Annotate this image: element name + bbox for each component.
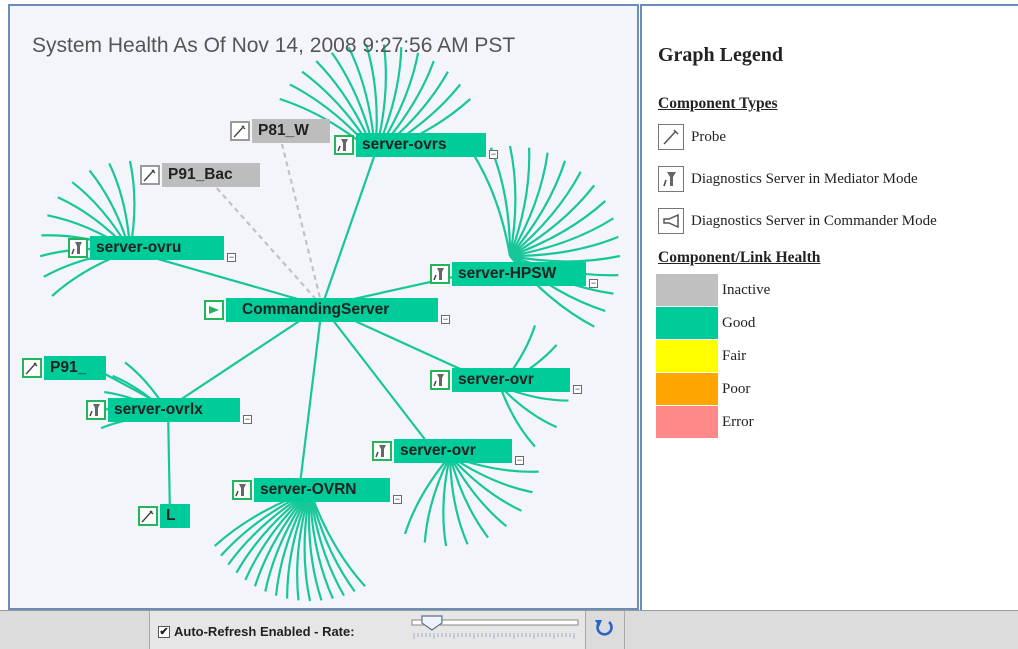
- probe-icon: [138, 506, 158, 526]
- component-types-heading: Component Types: [658, 95, 778, 112]
- legend-type-label: Probe: [691, 128, 726, 145]
- collapse-toggle[interactable]: −: [227, 253, 236, 262]
- refresh-icon: [595, 620, 613, 636]
- commander-server-icon: [204, 300, 224, 320]
- graph-panel[interactable]: System Health As Of Nov 14, 2008 9:27:56…: [8, 4, 639, 610]
- node-p91[interactable]: P91_: [22, 356, 108, 380]
- node-commanding-server[interactable]: CommandingServer −: [204, 298, 450, 324]
- health-label-poor: Poor: [722, 381, 751, 397]
- health-label-inactive: Inactive: [722, 282, 771, 298]
- node-label: server-ovrs: [356, 133, 486, 157]
- collapse-toggle[interactable]: −: [573, 385, 582, 394]
- link: [423, 455, 451, 543]
- link: [321, 305, 431, 447]
- node-label: L: [160, 504, 190, 528]
- slider-ticks: [413, 633, 575, 639]
- auto-refresh-toggle[interactable]: ✔ Auto-Refresh Enabled - Rate:: [158, 624, 355, 639]
- legend-type-mediator: Diagnostics Server in Mediator Mode: [658, 164, 918, 194]
- collapse-toggle[interactable]: −: [393, 495, 402, 504]
- mediator-server-icon: [334, 135, 354, 155]
- link: [471, 152, 512, 257]
- legend-type-commander: Diagnostics Server in Commander Mode: [658, 206, 937, 236]
- status-segment: [0, 611, 150, 649]
- node-label: P81_W: [252, 119, 330, 143]
- link: [298, 305, 324, 485]
- node-server-ovr-2[interactable]: server-ovr −: [372, 439, 524, 465]
- refresh-rate-slider[interactable]: [410, 615, 580, 641]
- node-l[interactable]: L: [138, 504, 192, 528]
- health-swatch-error: [656, 406, 718, 438]
- node-server-ovr-1[interactable]: server-ovr −: [430, 368, 582, 394]
- node-label: server-OVRN: [254, 478, 390, 502]
- status-segment: [624, 611, 1018, 649]
- mediator-server-icon: [658, 166, 684, 192]
- probe-icon: [22, 358, 42, 378]
- node-label: server-ovr: [394, 439, 512, 463]
- legend-type-probe: Probe: [658, 122, 726, 152]
- collapse-toggle[interactable]: −: [515, 456, 524, 465]
- health-swatch-poor: [656, 373, 718, 405]
- legend-type-label: Diagnostics Server in Mediator Mode: [691, 170, 918, 187]
- link: [320, 153, 377, 307]
- node-label: P91_Bac: [162, 163, 260, 187]
- node-server-ovrn[interactable]: server-OVRN −: [232, 478, 402, 504]
- collapse-toggle[interactable]: −: [589, 279, 598, 288]
- node-label: P91_: [44, 356, 106, 380]
- node-label: server-ovr: [452, 368, 570, 392]
- health-label-good: Good: [722, 315, 756, 331]
- component-link-health-heading: Component/Link Health: [658, 249, 821, 266]
- graph-legend: Graph Legend Component Types Probe Diagn…: [640, 4, 1018, 610]
- mediator-server-icon: [68, 238, 88, 258]
- commander-server-icon: [658, 208, 684, 234]
- mediator-server-icon: [372, 441, 392, 461]
- mediator-server-icon: [232, 480, 252, 500]
- link-inactive: [280, 143, 324, 307]
- node-label: CommandingServer: [226, 298, 438, 322]
- link: [166, 407, 172, 517]
- graph-title: System Health As Of Nov 14, 2008 9:27:56…: [32, 34, 516, 57]
- node-server-ovrlx[interactable]: server-ovrlx −: [86, 398, 252, 424]
- probe-icon: [140, 165, 160, 185]
- health-label-error: Error: [722, 414, 754, 430]
- auto-refresh-checkbox[interactable]: ✔: [158, 625, 170, 638]
- probe-icon: [230, 121, 250, 141]
- refresh-button[interactable]: [590, 614, 618, 642]
- mediator-server-icon: [430, 264, 450, 284]
- health-swatch-fair: [656, 340, 718, 372]
- node-server-hpsw[interactable]: server-HPSW −: [430, 262, 598, 288]
- collapse-toggle[interactable]: −: [489, 150, 498, 159]
- collapse-toggle[interactable]: −: [441, 315, 450, 324]
- health-label-fair: Fair: [722, 348, 747, 364]
- node-server-ovrs[interactable]: server-ovrs −: [334, 133, 498, 159]
- auto-refresh-label: Auto-Refresh Enabled - Rate:: [174, 624, 355, 639]
- node-label: server-ovrlx: [108, 398, 240, 422]
- legend-title: Graph Legend: [658, 44, 784, 66]
- node-label: server-HPSW: [452, 262, 586, 286]
- node-p81-w[interactable]: P81_W: [230, 119, 332, 143]
- health-swatch-good: [656, 307, 718, 339]
- legend-type-label: Diagnostics Server in Commander Mode: [691, 212, 937, 229]
- node-p91-bac[interactable]: P91_Bac: [140, 163, 262, 187]
- mediator-server-icon: [86, 400, 106, 420]
- node-server-ovru[interactable]: server-ovru −: [68, 236, 236, 262]
- link: [449, 455, 522, 512]
- collapse-toggle[interactable]: −: [243, 415, 252, 424]
- health-swatch-inactive: [656, 274, 718, 306]
- mediator-server-icon: [430, 370, 450, 390]
- probe-icon: [658, 124, 684, 150]
- node-label: server-ovru: [90, 236, 224, 260]
- link: [308, 490, 366, 588]
- slider-thumb: [421, 615, 443, 631]
